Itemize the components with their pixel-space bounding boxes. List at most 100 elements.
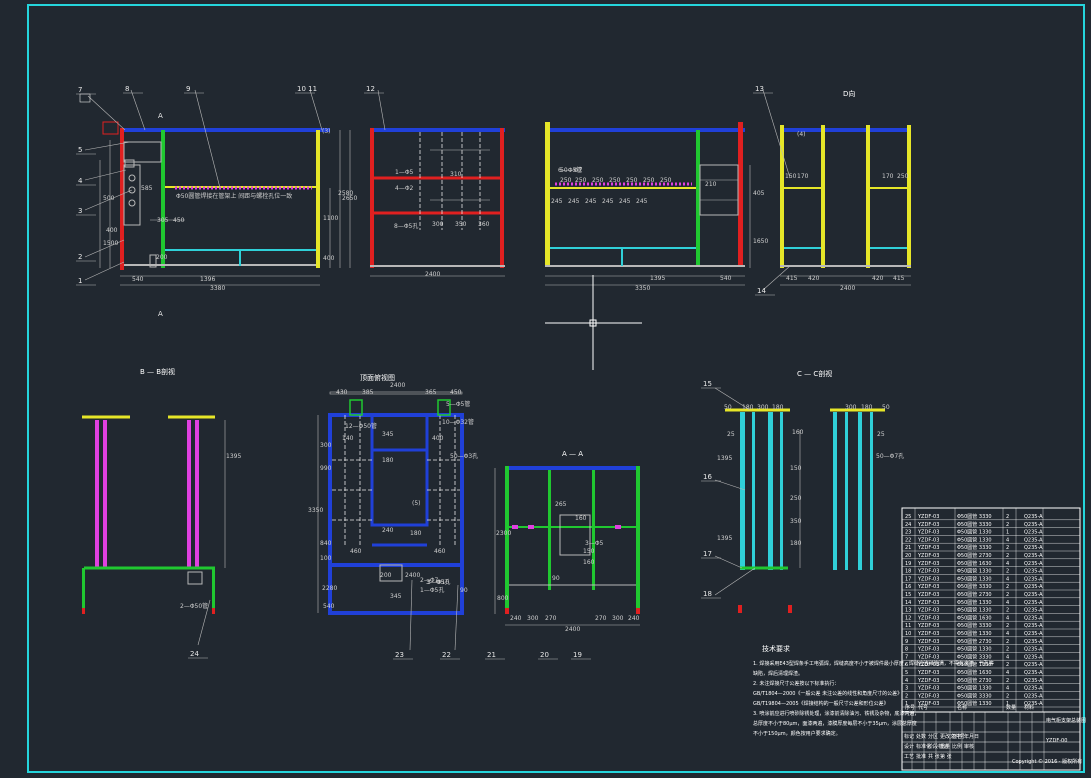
bom-cell: 4	[1006, 561, 1009, 567]
technical-note-line: GB/T1804—2000《一般公差 未注公差的线性和角度尺寸的公差》	[753, 690, 902, 697]
dimension-rear: 250	[660, 177, 672, 184]
bom-cell: 2	[1006, 608, 1009, 614]
dimension-top: 2400	[405, 572, 420, 579]
bom-cell: 2	[1006, 569, 1009, 575]
annotation-text: 50—Φ7	[560, 167, 582, 174]
part-number-callout: 3	[78, 207, 82, 215]
dimension-top: 180	[410, 530, 422, 537]
dimension-top: 385	[362, 389, 374, 396]
dimension-aa: 240	[628, 615, 640, 622]
bom-table: 25 YZDF-03 Φ50圆管 3330 2 Q235-A24 YZDF-03 Φ50圆管…	[901, 507, 1081, 771]
part-number-callout: 22	[442, 651, 451, 659]
technical-note-line: GB/T19804—2005《焊接结构的一般尺寸公差和形位公差》	[753, 700, 889, 707]
bom-cell: Q235-A	[1024, 545, 1043, 551]
bom-cell: Q235-A	[1024, 584, 1043, 590]
cut-mark-label: A	[158, 310, 163, 318]
bom-cell: Φ50圆管 1330	[957, 685, 992, 692]
dimension-front: 200	[156, 254, 168, 261]
dimension-aa: 150	[583, 548, 595, 555]
bom-cell: 4	[905, 678, 908, 684]
bom-cell: 20	[905, 553, 911, 559]
bom-header-cell: 材料	[1024, 704, 1034, 711]
dimension-b_view: 1395	[226, 453, 241, 460]
title-block-cell: 工艺	[904, 754, 914, 760]
part-number-callout: 18	[703, 590, 712, 598]
technical-note-line: 2. 未注焊接尺寸公差按以下标准执行：	[753, 680, 839, 687]
bom-cell: Φ50圆管 1330	[957, 599, 992, 606]
dimension-rear: 250	[609, 177, 621, 184]
bom-cell: YZDF-03	[917, 608, 939, 614]
dimension-front: 305	[157, 217, 169, 224]
dimension-rear: 540	[720, 275, 732, 282]
bom-cell: 2	[1006, 639, 1009, 645]
part-number-callout: 10 11	[297, 85, 317, 93]
bom-cell: 19	[905, 561, 911, 567]
dimension-top: 180	[382, 457, 394, 464]
bom-cell: 22	[905, 537, 911, 543]
dimension-cc: 160	[792, 429, 804, 436]
bom-cell: YZDF-03	[917, 678, 939, 684]
part-number-callout: 21	[487, 651, 496, 659]
dimension-front: 3380	[210, 285, 225, 292]
dimension-cc: 150	[790, 465, 802, 472]
part-number-callout: 23	[395, 651, 404, 659]
bom-cell: YZDF-03	[917, 569, 939, 575]
dimension-top: 3350	[308, 507, 323, 514]
part-number-callout: 7	[78, 86, 82, 94]
bom-cell: YZDF-03	[917, 576, 939, 582]
bom-cell: 2	[1006, 522, 1009, 528]
dimension-rear: 3350	[635, 285, 650, 292]
bom-cell: Q235-A	[1024, 561, 1043, 567]
part-number-callout: 2	[78, 253, 82, 261]
annotation-text: 12—Φ50管	[345, 422, 377, 430]
bom-cell: Φ50圆管 3330	[957, 692, 992, 699]
dimension-top: 400	[432, 435, 444, 442]
dimension-d_view: 415	[786, 275, 798, 282]
dimension-top: 345	[390, 593, 402, 600]
part-number-callout: 9	[186, 85, 190, 93]
bom-cell: Φ50圆管 1330	[957, 575, 992, 582]
bom-cell: Q235-A	[1024, 654, 1043, 660]
view-title-section-c: C — C剖视	[797, 369, 832, 378]
title-block-cell: 审核	[964, 743, 974, 750]
dimension-aa: 160	[583, 559, 595, 566]
bom-cell: YZDF-03	[917, 686, 939, 692]
bom-cell: 4	[1006, 576, 1009, 582]
bom-cell: YZDF-03	[917, 514, 939, 520]
bom-cell: Φ50圆管 3330	[957, 583, 992, 590]
part-number-callout: 8	[125, 85, 129, 93]
bom-cell: Q235-A	[1024, 514, 1043, 520]
bom-cell: Φ50圆管 2730	[957, 591, 992, 598]
annotation-text: 2—Φ50管	[180, 602, 208, 610]
dimension-top: 100	[320, 555, 332, 562]
bom-cell: Q235-A	[1024, 647, 1043, 653]
part-number-callout: 19	[573, 651, 582, 659]
dimension-front: 540	[132, 276, 144, 283]
dimension-side: 2650	[342, 195, 357, 202]
dimension-top: 450	[450, 389, 462, 396]
dimension-top: 990	[320, 465, 332, 472]
bom-cell: 2	[1006, 623, 1009, 629]
dimension-d_view: 150	[785, 173, 797, 180]
dimension-front: 400	[106, 227, 118, 234]
part-number-callout: 14	[757, 287, 766, 295]
bom-cell: YZDF-03	[917, 553, 939, 559]
bom-cell: 13	[905, 608, 911, 614]
title-block-cell: 标记	[904, 733, 914, 740]
dimension-rear: 245	[636, 198, 648, 205]
dimension-aa: 240	[510, 615, 522, 622]
title-block-cell: 批准	[916, 753, 926, 760]
dimension-aa: 270	[545, 615, 557, 622]
bom-cell: 2	[1006, 553, 1009, 559]
cad-drawing-canvas: 25 YZDF-03 Φ50圆管 3330 2 Q235-A24 YZDF-03 Φ50圆管…	[27, 4, 1086, 773]
dimension-front: 585	[141, 185, 153, 192]
dimension-cc: 180	[790, 540, 802, 547]
dimension-cc: 300	[757, 404, 769, 411]
dimension-front: 500	[103, 195, 115, 202]
bom-cell: 15	[905, 592, 911, 598]
bom-cell: 9	[905, 639, 908, 645]
bom-cell: YZDF-03	[917, 631, 939, 637]
view-title-section-b: B — B剖视	[140, 367, 175, 376]
bom-header-cell: 代号	[918, 704, 928, 711]
pipe-note: Φ50圆管焊接在管架上 间距与螺栓孔位一致	[176, 192, 292, 200]
